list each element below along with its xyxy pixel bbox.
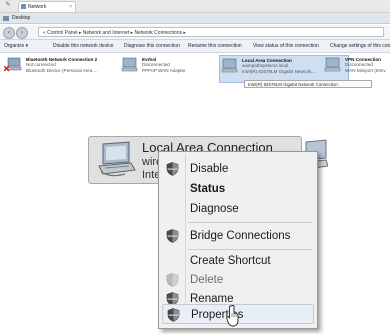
forward-button[interactable]: › — [16, 27, 28, 39]
menu-separator — [188, 222, 312, 223]
menu-label: Create Shortcut — [190, 255, 271, 267]
network-folder-icon — [21, 4, 26, 9]
connection-device: Bluetooth Device (Personal Area ... — [26, 67, 98, 73]
network-icon — [324, 57, 341, 72]
desktop-icon — [3, 16, 9, 21]
uac-shield-icon — [166, 273, 179, 287]
network-icon — [221, 58, 238, 73]
close-tab-icon[interactable]: × — [69, 2, 72, 13]
tab-bar: ✎ Network Connections × — [0, 0, 390, 21]
connection-evrhol[interactable]: Evrhol Disconnected PPPoP WAN Adapter — [120, 55, 220, 81]
menu-item-bridge-connections[interactable]: Bridge Connections — [159, 226, 317, 246]
view-status-button[interactable]: View status of this connection — [253, 40, 319, 52]
menu-label: Delete — [190, 274, 224, 286]
uac-shield-icon — [166, 162, 179, 176]
window-title: Desktop — [12, 15, 31, 21]
back-button[interactable]: ‹ — [3, 27, 15, 39]
connection-device: Intel(R) 82579LM Gigabit Network... — [242, 68, 316, 74]
bluetooth-network-icon — [4, 57, 22, 72]
menu-item-diagnose[interactable]: Diagnose — [159, 199, 317, 219]
uac-shield-icon — [167, 308, 180, 322]
app-menu-icon[interactable]: ✎ — [2, 1, 14, 10]
disable-device-button[interactable]: Disable this network device — [53, 40, 114, 52]
tab-network-connections[interactable]: Network Connections × — [18, 1, 76, 21]
connection-vpn[interactable]: VPN Connection Disconnected WAN Miniport… — [323, 55, 390, 81]
uac-shield-icon — [166, 229, 179, 243]
menu-item-status[interactable]: Status — [159, 179, 317, 199]
menu-label: Diagnose — [190, 203, 239, 215]
network-icon — [98, 141, 136, 177]
connection-device: WAN Miniport (IKEv — [345, 67, 386, 73]
context-menu: Disable Status Diagnose Bridge Connectio… — [158, 151, 318, 329]
diagnose-button[interactable]: Diagnose this connection — [124, 40, 180, 52]
mouse-cursor-icon — [226, 305, 239, 327]
menu-label: Bridge Connections — [190, 230, 291, 242]
menu-item-disable[interactable]: Disable — [159, 159, 317, 179]
device-tooltip: Intel(R) 82579LM Gigabit Network Connect… — [244, 80, 372, 88]
menu-label: Status — [190, 183, 226, 195]
menu-separator — [188, 249, 312, 250]
address-path[interactable]: « Control Panel ▸ Network and Internet ▸… — [38, 27, 384, 37]
change-settings-button[interactable]: Change settings of this conn — [330, 40, 390, 52]
organize-button[interactable]: Organize ▾ — [4, 40, 28, 52]
address-bar: ‹ › « Control Panel ▸ Network and Intern… — [0, 25, 390, 40]
network-icon — [121, 57, 138, 72]
menu-item-create-shortcut[interactable]: Create Shortcut — [159, 251, 317, 271]
window-title-bar: Desktop — [0, 13, 390, 24]
menu-item-delete: Delete — [159, 270, 317, 290]
connection-device: PPPoP WAN Adapter — [142, 67, 186, 73]
rename-button[interactable]: Rename this connection — [188, 40, 242, 52]
connection-bluetooth[interactable]: Bluetooth Network Connection 2 Not conne… — [4, 55, 116, 81]
command-bar: Organize ▾ Disable this network device D… — [0, 40, 390, 53]
menu-label: Disable — [190, 163, 229, 175]
